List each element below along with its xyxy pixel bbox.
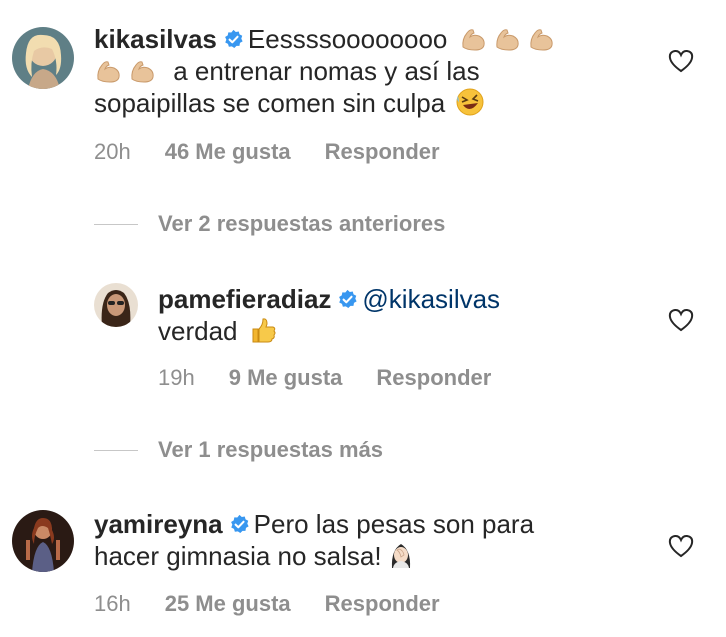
avatar[interactable] [94, 283, 138, 327]
comment-meta: 19h 9 Me gusta Responder [158, 365, 525, 391]
flexed-biceps-icon [527, 23, 557, 53]
flexed-biceps-icon [459, 23, 489, 53]
comment-text-line1: verdad [158, 316, 238, 346]
likes-count[interactable]: 46 Me gusta [165, 139, 291, 164]
comment-text-line2: a entrenar nomas y así las [173, 56, 480, 86]
view-previous-replies[interactable]: Ver 2 respuestas anteriores [94, 211, 514, 239]
comment-text-line3: sopaipillas se comen sin culpa [94, 88, 446, 118]
likes-count[interactable]: 25 Me gusta [165, 591, 291, 616]
timestamp: 16h [94, 591, 131, 616]
thumbs-up-icon [248, 315, 278, 345]
flexed-biceps-icon [128, 55, 158, 85]
divider [94, 450, 138, 451]
view-more-label[interactable]: Ver 1 respuestas más [158, 437, 383, 463]
divider [94, 224, 138, 225]
comment-meta: 20h 46 Me gusta Responder [94, 139, 474, 165]
comment-text: yamireyna Pero las pesas son para hacer g… [94, 508, 614, 572]
username[interactable]: pamefieradiaz [158, 284, 331, 314]
verified-badge-icon [223, 29, 244, 50]
like-heart-icon[interactable] [668, 49, 694, 73]
username[interactable]: yamireyna [94, 509, 223, 539]
comment-meta: 16h 25 Me gusta Responder [94, 591, 474, 617]
like-heart-icon[interactable] [668, 308, 694, 332]
reply-button[interactable]: Responder [325, 139, 440, 164]
view-more-replies[interactable]: Ver 1 respuestas más [94, 437, 514, 465]
timestamp: 19h [158, 365, 195, 390]
avatar[interactable] [12, 27, 74, 89]
avatar[interactable] [12, 510, 74, 572]
comment-text-line1: Eessssoooooooo [247, 24, 448, 54]
verified-badge-icon [337, 289, 358, 310]
mention-link[interactable]: @kikasilvas [362, 284, 500, 314]
reply-button[interactable]: Responder [325, 591, 440, 616]
comment-text-line1: Pero las pesas son para [253, 509, 535, 539]
timestamp: 20h [94, 139, 131, 164]
flexed-biceps-icon [94, 55, 124, 85]
woman-facepalming-icon [386, 540, 416, 570]
comment-text: kikasilvas Eessssoooooooo a entrenar noma… [94, 23, 614, 119]
reply-button[interactable]: Responder [376, 365, 491, 390]
rolling-laughing-icon [455, 87, 485, 117]
likes-count[interactable]: 9 Me gusta [229, 365, 343, 390]
verified-badge-icon [229, 514, 250, 535]
like-heart-icon[interactable] [668, 534, 694, 558]
username[interactable]: kikasilvas [94, 24, 217, 54]
comment-text: pamefieradiaz @kikasilvas verdad [158, 283, 638, 347]
flexed-biceps-icon [493, 23, 523, 53]
comment-text-line2: hacer gimnasia no salsa! [94, 541, 382, 571]
view-previous-label[interactable]: Ver 2 respuestas anteriores [158, 211, 445, 237]
